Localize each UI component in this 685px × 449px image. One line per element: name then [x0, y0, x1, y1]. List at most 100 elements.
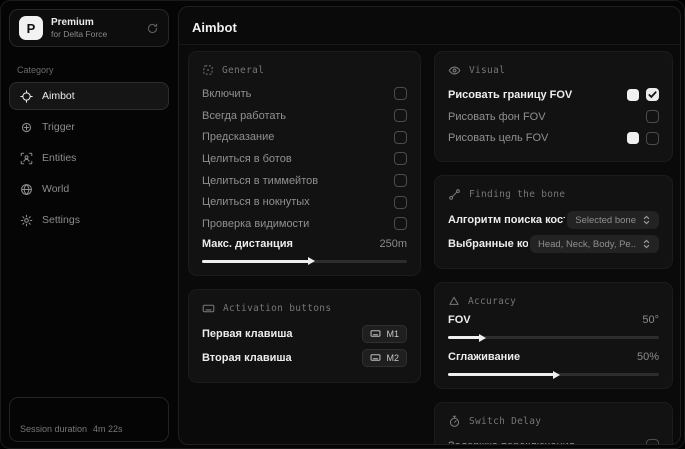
globe-icon [20, 183, 33, 196]
bone-icon [448, 188, 461, 201]
slider-track[interactable] [448, 336, 659, 340]
eye-icon [448, 64, 461, 77]
smoothing-slider: Сглаживание 50% [448, 351, 659, 377]
keybind-value: M2 [386, 352, 399, 363]
max-distance-slider: Макс. дистанция 250m [202, 238, 407, 263]
selected-bones-dropdown[interactable]: Head, Neck, Body, Pe.. [529, 235, 659, 254]
checkbox[interactable] [394, 174, 407, 188]
premium-title: Premium [51, 16, 94, 28]
sidebar-item-label: Entities [42, 152, 77, 164]
keybind-row: Вторая клавиша M2 [202, 346, 407, 370]
checkbox[interactable] [394, 195, 407, 209]
keybind-value: M1 [386, 328, 399, 339]
checkbox[interactable] [646, 110, 659, 124]
slider-label: FOV [448, 314, 471, 327]
sidebar-item-world[interactable]: World [9, 175, 169, 203]
fov-slider: FOV 50° [448, 314, 659, 340]
premium-card: P Premium for Delta Force [9, 9, 169, 47]
bone-algorithm-dropdown[interactable]: Selected bone [567, 211, 659, 230]
sidebar-nav: Aimbot Trigger Entities World Settings [1, 82, 177, 237]
slider-label: Сглаживание [448, 351, 521, 364]
color-swatch[interactable] [627, 88, 639, 101]
keybind-button[interactable]: M1 [362, 324, 407, 343]
toggle-row: Всегда работать [202, 105, 407, 127]
crosshair-icon [20, 89, 33, 103]
trigger-icon [20, 121, 33, 134]
checkbox[interactable] [394, 109, 407, 123]
slider-track[interactable] [202, 259, 407, 263]
color-swatch[interactable] [627, 132, 639, 145]
switch-delay-card: Switch Delay Задержка переключения Задер… [434, 402, 673, 444]
checkbox[interactable] [394, 87, 407, 101]
sidebar-item-label: Settings [42, 214, 80, 226]
toggle-row: Задержка переключения [448, 435, 659, 444]
sidebar-item-entities[interactable]: Entities [9, 144, 169, 172]
slider-label: Макс. дистанция [202, 237, 293, 250]
toggle-label: Проверка видимости [202, 217, 310, 230]
gear-icon [20, 214, 33, 227]
bone-label: Алгоритм поиска костей [448, 214, 565, 227]
toggle-row: Предсказание [202, 126, 407, 148]
activation-buttons-card: Activation buttons Первая клавиша M1 Вто… [188, 288, 421, 383]
keyboard-icon [370, 328, 381, 339]
general-card: General Включить Всегда работать Предска… [188, 51, 421, 276]
toggle-row: Включить [202, 83, 407, 105]
app-logo: P [19, 16, 43, 40]
keybind-label: Первая клавиша [202, 327, 293, 340]
bone-row: Алгоритм поиска костей Selected bone [448, 208, 659, 232]
checkbox[interactable] [394, 130, 407, 144]
visual-label: Рисовать границу FOV [448, 88, 573, 101]
slider-value: 50% [636, 351, 659, 364]
keybind-label: Вторая клавиша [202, 351, 292, 364]
entities-icon [20, 152, 33, 165]
checkbox[interactable] [646, 88, 659, 102]
toggle-label: Целиться в ботов [202, 152, 292, 165]
accuracy-card: Accuracy FOV 50° Сглаживание 50% [434, 282, 673, 390]
sidebar-item-label: Trigger [42, 121, 75, 133]
sidebar-item-trigger[interactable]: Trigger [9, 113, 169, 141]
section-title: Accuracy [468, 295, 517, 307]
app-window: P Premium for Delta Force Category Aimbo… [0, 0, 685, 449]
toggle-label: Целиться в тиммейтов [202, 174, 319, 187]
visual-row: Рисовать цель FOV [448, 127, 659, 149]
keyboard-icon [370, 352, 381, 363]
slider-track[interactable] [448, 373, 659, 377]
slider-value: 250m [379, 237, 407, 250]
section-title: General [222, 64, 265, 76]
sidebar-item-label: World [42, 183, 70, 195]
sidebar-item-label: Aimbot [42, 90, 75, 102]
visual-card: Visual Рисовать границу FOV Рисовать фон… [434, 51, 673, 163]
finding-bone-card: Finding the bone Алгоритм поиска костей … [434, 175, 673, 270]
slider-fill[interactable] [448, 373, 554, 377]
sidebar-item-aimbot[interactable]: Aimbot [9, 82, 169, 110]
toggle-row: Целиться в тиммейтов [202, 170, 407, 192]
checkbox[interactable] [646, 439, 659, 444]
section-title: Switch Delay [469, 416, 542, 428]
page-title: Aimbot [192, 20, 237, 35]
chevron-updown-icon [642, 215, 651, 225]
premium-subtitle: for Delta Force [51, 28, 108, 39]
visual-row: Рисовать фон FOV [448, 106, 659, 128]
toggle-label: Включить [202, 87, 252, 100]
chevron-updown-icon [642, 239, 651, 249]
stopwatch-icon [448, 415, 461, 428]
checkbox[interactable] [394, 217, 407, 231]
sync-icon[interactable] [146, 22, 159, 35]
checkbox[interactable] [646, 131, 659, 145]
slider-fill[interactable] [202, 259, 309, 263]
slider-fill[interactable] [448, 336, 480, 340]
section-title: Activation buttons [223, 302, 332, 314]
sidebar-item-settings[interactable]: Settings [9, 206, 169, 234]
toggle-label: Задержка переключения [448, 440, 575, 444]
section-title: Visual [469, 65, 506, 76]
visual-row: Рисовать границу FOV [448, 84, 659, 106]
grid-icon [202, 64, 214, 76]
toggle-row: Целиться в ботов [202, 148, 407, 170]
dropdown-value: Selected bone [575, 214, 636, 226]
keybind-button[interactable]: M2 [362, 348, 407, 367]
checkbox[interactable] [394, 152, 407, 166]
session-value: 4m 22s [93, 424, 123, 434]
visual-label: Рисовать фон FOV [448, 110, 546, 123]
slider-value: 50° [642, 314, 659, 327]
session-label: Session duration [20, 424, 88, 434]
